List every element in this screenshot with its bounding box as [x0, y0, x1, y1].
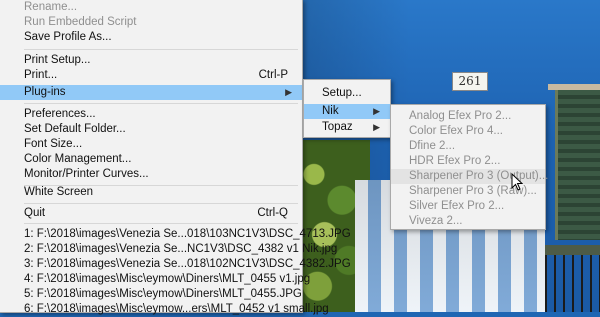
menu-item-setup[interactable]: Setup... [304, 86, 390, 101]
menu-item-font-size[interactable]: Font Size... [0, 137, 302, 152]
menu-item-analog-efex-pro[interactable]: Analog Efex Pro 2... [391, 109, 545, 124]
recent-file-item[interactable]: 2: F:\2018\images\Venezia Se...NC1V3\DSC… [0, 242, 337, 257]
window-ledge [545, 245, 600, 255]
recent-file-item[interactable]: 4: F:\2018\images\Misc\eymow\Diners\MLT_… [0, 272, 310, 287]
menu-item-print-setup[interactable]: Print Setup... [0, 53, 302, 68]
menu-item-nik[interactable]: Nik ▶ [304, 104, 390, 119]
green-shutter [555, 90, 600, 240]
recent-file-item[interactable]: 1: F:\2018\images\Venezia Se...018\103NC… [0, 227, 351, 242]
menu-item-set-default-folder[interactable]: Set Default Folder... [0, 122, 302, 137]
menu-item-preferences[interactable]: Preferences... [0, 107, 302, 122]
menu-item-color-efex-pro[interactable]: Color Efex Pro 4... [391, 124, 545, 139]
menu-item-label: Run Embedded Script [24, 16, 137, 28]
shortcut-quit: Ctrl-Q [257, 207, 288, 219]
menu-item-label: Topaz [322, 121, 353, 133]
nik-submenu[interactable]: Analog Efex Pro 2... Color Efex Pro 4...… [390, 104, 548, 230]
house-number-plate: 261 [452, 72, 488, 91]
file-menu[interactable]: Rename... Run Embedded Script Save Profi… [0, 0, 351, 315]
menu-item-label: Save Profile As... [24, 31, 112, 43]
menu-item-rename[interactable]: Rename... [0, 0, 302, 15]
submenu-arrow-icon: ▶ [373, 122, 380, 132]
menu-item-save-profile-as[interactable]: Save Profile As... [0, 30, 302, 45]
menu-item-topaz[interactable]: Topaz ▶ [304, 120, 390, 135]
menu-item-label: Print... [24, 69, 58, 81]
menu-item-color-management[interactable]: Color Management... [0, 152, 302, 167]
window-railing [545, 255, 600, 312]
menu-item-label: Rename... [24, 1, 78, 13]
menu-item-label: Plug-ins [24, 86, 66, 98]
menu-item-print[interactable]: Print... Ctrl-P [0, 68, 302, 83]
plugins-submenu[interactable]: Setup... Nik ▶ Topaz ▶ [303, 79, 391, 138]
menu-item-run-embedded-script: Run Embedded Script [0, 15, 302, 30]
menu-separator [24, 49, 298, 50]
menu-item-white-screen[interactable]: White Screen [0, 185, 302, 200]
menu-item-silver-efex-pro[interactable]: Silver Efex Pro 2... [391, 199, 545, 214]
recent-file-item[interactable]: 5: F:\2018\images\Misc\eymow\Diners\MLT_… [0, 287, 302, 302]
recent-file-item[interactable]: 3: F:\2018\images\Venezia Se...018\102NC… [0, 257, 351, 272]
shortcut-print: Ctrl-P [258, 69, 288, 81]
menu-item-label: Print Setup... [24, 54, 91, 66]
menu-item-label: White Screen [24, 186, 94, 198]
menu-item-label: Nik [322, 105, 339, 117]
menu-item-hdr-efex-pro[interactable]: HDR Efex Pro 2... [391, 154, 545, 169]
recent-file-item[interactable]: 6: F:\2018\images\Misc\eymow...ers\MLT_0… [0, 302, 329, 317]
menu-item-label: Set Default Folder... [24, 123, 126, 135]
menu-separator [24, 103, 298, 104]
submenu-arrow-icon: ▶ [373, 106, 380, 116]
menu-item-label: Quit [24, 207, 46, 219]
menu-item-label: Monitor/Printer Curves... [24, 168, 149, 180]
menu-item-label: Color Management... [24, 153, 132, 165]
menu-item-dfine[interactable]: Dfine 2... [391, 139, 545, 154]
menu-item-monitor-printer-curves[interactable]: Monitor/Printer Curves... [0, 167, 302, 182]
submenu-arrow-icon: ▶ [285, 87, 292, 97]
mouse-pointer-icon [511, 173, 523, 191]
menu-item-label: Preferences... [24, 108, 96, 120]
menu-item-plug-ins[interactable]: Plug-ins ▶ [0, 85, 302, 100]
menu-separator [24, 223, 298, 224]
menu-item-label: Setup... [322, 87, 362, 99]
menu-item-quit[interactable]: Quit Ctrl-Q [0, 206, 302, 221]
menu-separator [24, 203, 298, 204]
menu-item-label: Font Size... [24, 138, 83, 150]
menu-item-viveza[interactable]: Viveza 2... [391, 214, 545, 229]
